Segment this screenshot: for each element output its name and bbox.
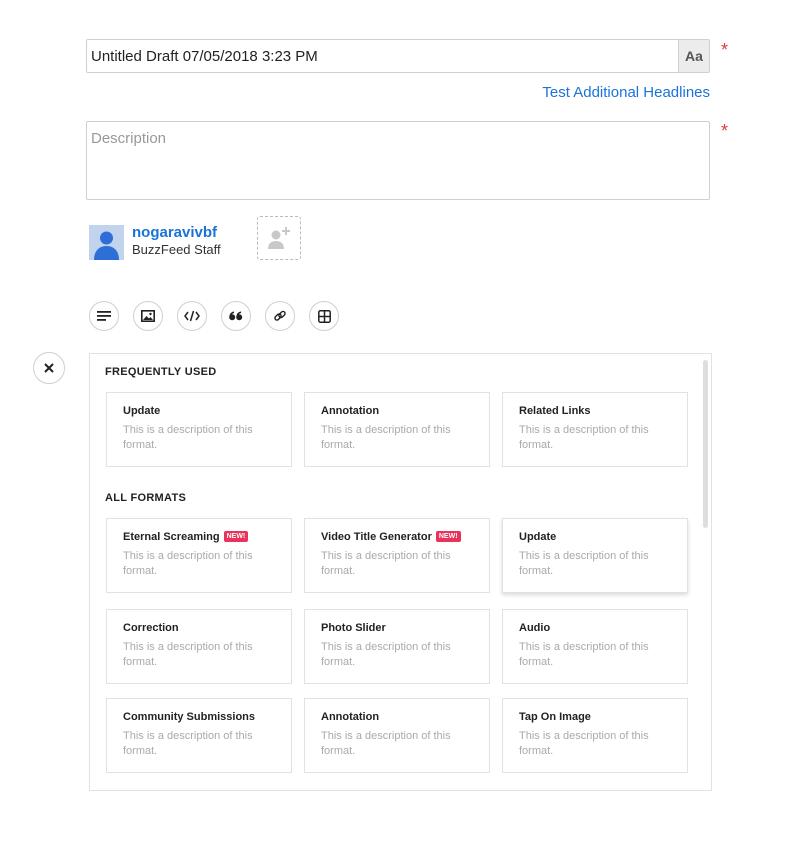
format-card-description: This is a description of this format. (519, 730, 649, 757)
format-card-photo-slider[interactable]: Photo Slider This is a description of th… (304, 609, 490, 684)
format-card-correction[interactable]: Correction This is a description of this… (106, 609, 292, 684)
format-card-title: Video Title Generator NEW! (321, 530, 461, 543)
quote-icon (229, 311, 243, 321)
link-icon (274, 310, 286, 321)
add-user-icon (268, 227, 290, 249)
format-card-tap-on-image[interactable]: Tap On Image This is a description of th… (502, 698, 688, 773)
format-card-annotation[interactable]: Annotation This is a description of this… (304, 392, 490, 467)
format-card-audio[interactable]: Audio This is a description of this form… (502, 609, 688, 684)
format-card-description: This is a description of this format. (321, 424, 451, 451)
font-style-button[interactable]: Aa (678, 40, 709, 72)
new-badge: NEW! (223, 530, 249, 542)
text-icon (97, 311, 111, 321)
close-button[interactable] (33, 352, 65, 384)
quote-block-button[interactable] (221, 301, 251, 331)
format-card-title: Correction (123, 622, 179, 634)
format-card-title: Related Links (519, 405, 591, 417)
format-card-annotation[interactable]: Annotation This is a description of this… (304, 698, 490, 773)
author-name[interactable]: nogaravivbf (132, 224, 217, 241)
description-field (86, 121, 710, 200)
avatar (89, 225, 124, 260)
author-role: BuzzFeed Staff (132, 242, 221, 257)
format-card-description: This is a description of this format. (123, 641, 253, 668)
all-formats-heading: ALL FORMATS (105, 492, 187, 504)
add-author-button[interactable] (257, 216, 301, 260)
user-silhouette-icon (94, 231, 119, 260)
format-card-community-submissions[interactable]: Community Submissions This is a descript… (106, 698, 292, 773)
format-card-description: This is a description of this format. (519, 550, 649, 577)
title-field: Aa (86, 39, 710, 73)
format-card-related-links[interactable]: Related Links This is a description of t… (502, 392, 688, 467)
format-card-description: This is a description of this format. (123, 424, 253, 451)
image-icon (141, 310, 155, 322)
format-card-title: Audio (519, 622, 551, 634)
table-icon (317, 309, 331, 323)
format-card-title: Community Submissions (123, 711, 256, 723)
text-block-button[interactable] (89, 301, 119, 331)
link-block-button[interactable] (265, 301, 295, 331)
scrollbar[interactable] (703, 360, 708, 528)
format-card-title-text: Video Title Generator (321, 531, 432, 543)
code-icon (184, 310, 200, 322)
format-card-description: This is a description of this format. (321, 730, 451, 757)
format-card-description: This is a description of this format. (321, 550, 451, 577)
test-additional-headlines-link[interactable]: Test Additional Headlines (520, 84, 710, 101)
close-icon (44, 363, 54, 373)
format-card-update[interactable]: Update This is a description of this for… (502, 518, 688, 593)
format-card-title: Photo Slider (321, 622, 386, 634)
format-card-title: Annotation (321, 711, 380, 723)
new-badge: NEW! (435, 530, 461, 542)
description-input[interactable] (87, 122, 709, 199)
format-card-eternal-screaming[interactable]: Eternal Screaming NEW! This is a descript… (106, 518, 292, 593)
image-block-button[interactable] (133, 301, 163, 331)
format-card-description: This is a description of this format. (519, 641, 649, 668)
embed-block-button[interactable] (177, 301, 207, 331)
format-card-title: Annotation (321, 405, 380, 417)
format-card-video-title-generator[interactable]: Video Title Generator NEW! This is a desc… (304, 518, 490, 593)
format-card-description: This is a description of this format. (123, 550, 253, 577)
frequently-used-heading: FREQUENTLY USED (105, 366, 217, 378)
required-indicator: * (721, 40, 729, 60)
format-card-title: Update (519, 531, 557, 543)
title-input[interactable] (87, 40, 679, 72)
format-card-title-text: Eternal Screaming (123, 531, 220, 543)
formats-block-button[interactable] (309, 301, 339, 331)
format-card-title: Eternal Screaming NEW! (123, 530, 249, 543)
format-card-description: This is a description of this format. (321, 641, 451, 668)
format-card-description: This is a description of this format. (519, 424, 649, 451)
format-card-title: Update (123, 405, 161, 417)
format-card-update[interactable]: Update This is a description of this for… (106, 392, 292, 467)
format-card-description: This is a description of this format. (123, 730, 253, 757)
required-indicator: * (721, 121, 729, 141)
format-card-title: Tap On Image (519, 711, 591, 723)
formats-panel: FREQUENTLY USED Update This is a descrip… (89, 353, 712, 791)
